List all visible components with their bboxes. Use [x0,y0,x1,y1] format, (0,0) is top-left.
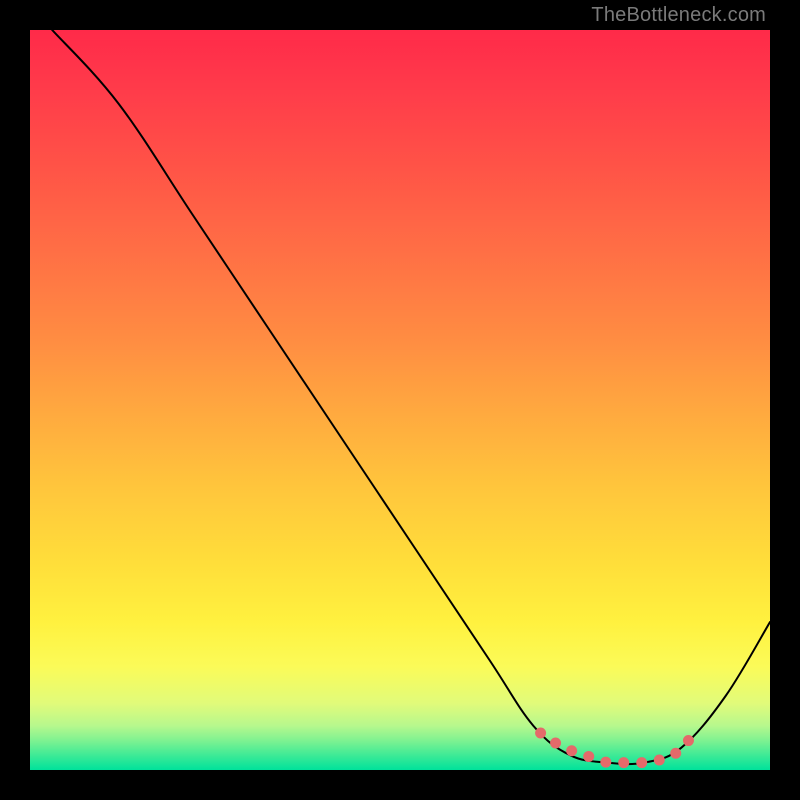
highlight-dots [541,733,696,763]
chart-frame: TheBottleneck.com [0,0,800,800]
bottleneck-curve [52,30,770,764]
watermark-text: TheBottleneck.com [591,4,766,27]
plot-area [30,30,770,770]
chart-svg [30,30,770,770]
